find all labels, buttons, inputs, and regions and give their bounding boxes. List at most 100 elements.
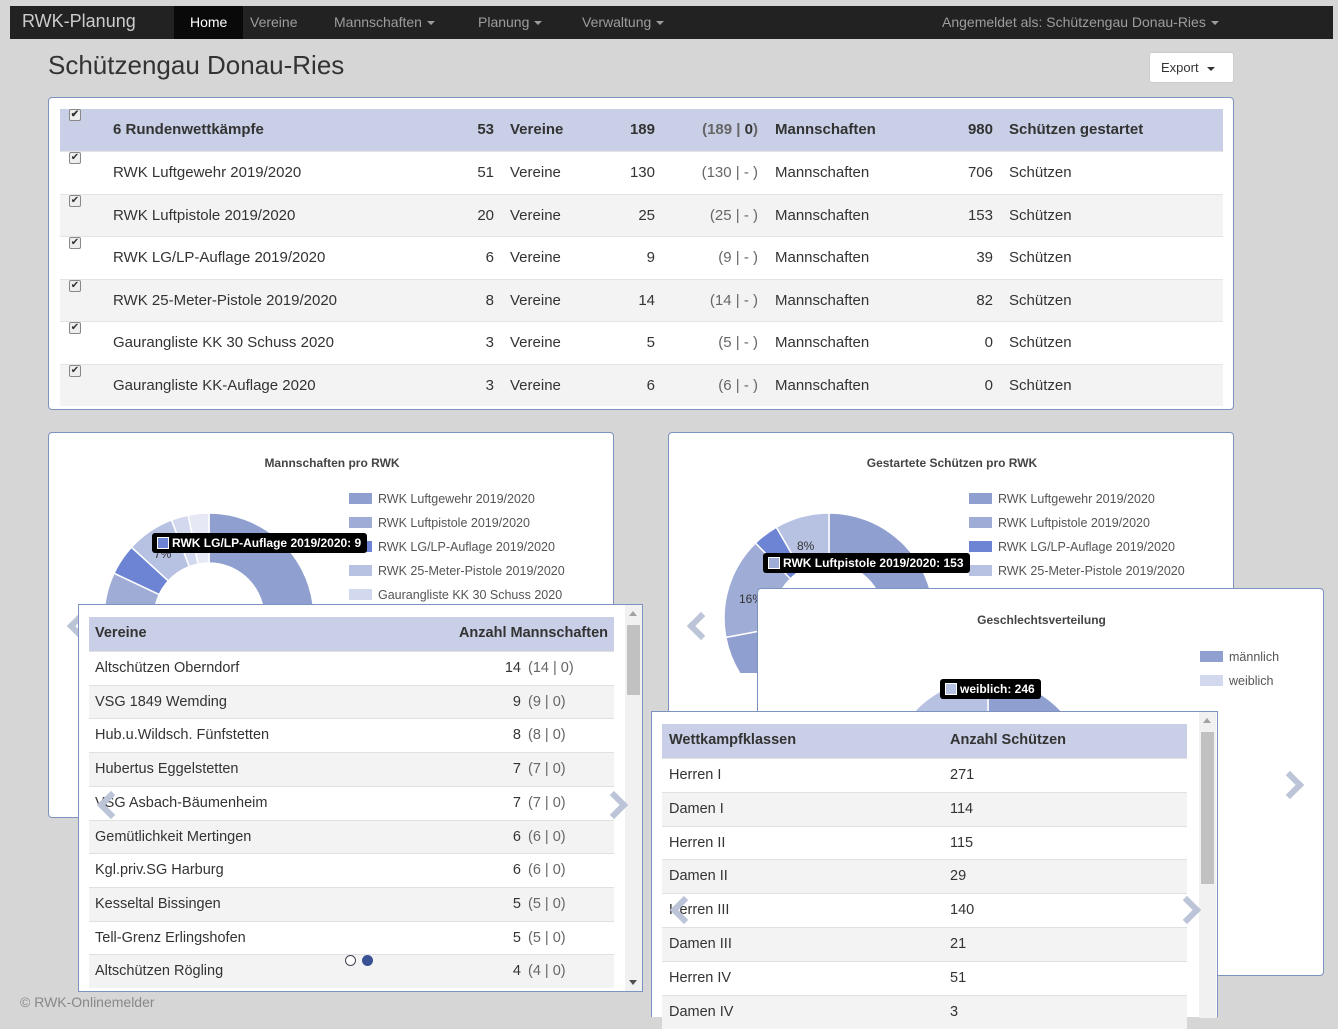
table-row[interactable]: Damen III 21 — [662, 927, 1187, 961]
carousel-next-icon[interactable] — [1275, 770, 1305, 800]
table-row[interactable]: Herren II 115 — [662, 825, 1187, 860]
scroll-down-icon[interactable] — [629, 980, 637, 985]
legend-item[interactable]: RWK Luftgewehr 2019/2020 — [349, 491, 565, 515]
mannschaften-detail: (9 | 0) — [528, 693, 566, 710]
verein-name: Altschützen Rögling — [95, 963, 224, 980]
export-button[interactable]: Export — [1149, 52, 1234, 83]
legend-swatch — [349, 565, 372, 576]
scroll-up-icon[interactable] — [1203, 718, 1211, 723]
legend-item[interactable]: RWK 25-Meter-Pistole 2019/2020 — [969, 563, 1185, 587]
table-row[interactable]: Altschützen Oberndorf 14 (14 | 0) — [89, 651, 614, 685]
verein-name: Tell-Grenz Erlingshofen — [95, 929, 246, 946]
mannschaften-label: Mannschaften — [775, 249, 870, 266]
klasse-name: Herren I — [669, 767, 722, 783]
schuetzen-label: Schützen — [1009, 291, 1072, 309]
checkbox-all[interactable]: ✔ — [69, 109, 81, 121]
user-menu[interactable]: Angemeldet als: Schützengau Donau-Ries — [926, 6, 1235, 39]
table-row[interactable]: Herren III 140 — [662, 893, 1187, 927]
mannschaften-label: Mannschaften — [775, 376, 870, 394]
mannschaften-detail: (4 | 0) — [528, 963, 566, 980]
legend-item[interactable]: RWK LG/LP-Auflage 2019/2020 — [969, 539, 1185, 563]
legend-label: RWK LG/LP-Auflage 2019/2020 — [998, 540, 1175, 554]
rwk-name: Gaurangliste KK-Auflage 2020 — [113, 376, 316, 394]
table-row[interactable]: Herren I 271 — [662, 758, 1187, 792]
legend-swatch — [349, 589, 372, 600]
legend-swatch — [969, 493, 992, 504]
nav-mannschaften[interactable]: Mannschaften — [318, 6, 451, 39]
verein-name: Hub.u.Wildsch. Fünfstetten — [95, 727, 270, 744]
scroll-up-icon[interactable] — [629, 611, 637, 616]
carousel-dot-active[interactable] — [362, 955, 373, 966]
scrollbar[interactable] — [1199, 712, 1216, 1018]
schuetzen-label: Schützen — [1009, 164, 1072, 181]
table-header: Wettkampfklassen Anzahl Schützen — [662, 724, 1187, 758]
mannschaften-count: 8 — [512, 727, 521, 744]
vereine-count: 51 — [477, 164, 494, 181]
table-row[interactable]: Herren IV 51 — [662, 960, 1187, 995]
nav-vereine[interactable]: Vereine — [234, 6, 313, 39]
mannschaften-detail: (6 | 0) — [528, 828, 566, 845]
summary-mannschaften-label: Mannschaften — [775, 121, 876, 138]
table-row[interactable]: VSG Asbach-Bäumenheim 7 (7 | 0) — [89, 785, 614, 820]
table-row[interactable]: Tell-Grenz Erlingshofen 5 (5 | 0) — [89, 920, 614, 955]
mannschaften-detail: (8 | 0) — [528, 727, 566, 744]
verein-name: VSG 1849 Wemding — [95, 693, 227, 710]
mannschaften-count: 130 — [629, 164, 655, 181]
legend-item[interactable]: männlich — [1200, 649, 1279, 673]
legend-item[interactable]: RWK Luftpistole 2019/2020 — [349, 515, 565, 539]
mannschaften-count: 7 — [512, 761, 521, 778]
legend-item[interactable]: RWK Luftgewehr 2019/2020 — [969, 491, 1185, 515]
schuetzen-count: 153 — [967, 206, 993, 224]
legend-label: RWK Luftpistole 2019/2020 — [998, 516, 1150, 530]
checkbox[interactable]: ✔ — [69, 194, 81, 207]
col-anzahl-mannschaften[interactable]: Anzahl Mannschaften — [459, 617, 608, 650]
table-row[interactable]: Kesseltal Bissingen 5 (5 | 0) — [89, 886, 614, 921]
col-anzahl-schuetzen[interactable]: Anzahl Schützen — [950, 724, 1066, 757]
rwk-name: RWK Luftpistole 2019/2020 — [113, 206, 296, 224]
scrollbar[interactable] — [625, 605, 642, 991]
verein-name: Gemütlichkeit Mertingen — [95, 828, 252, 845]
carousel-dot[interactable] — [345, 955, 356, 966]
checkbox[interactable]: ✔ — [69, 237, 81, 249]
summary-total-schuetzen: 980 — [967, 121, 993, 138]
table-row[interactable]: Hub.u.Wildsch. Fünfstetten 8 (8 | 0) — [89, 718, 614, 752]
table-row[interactable]: Gemütlichkeit Mertingen 6 (6 | 0) — [89, 819, 614, 854]
legend-item[interactable]: RWK Luftpistole 2019/2020 — [969, 515, 1185, 539]
brand-logo[interactable]: RWK-Planung — [22, 11, 136, 32]
col-vereine[interactable]: Vereine — [95, 617, 147, 650]
table-row[interactable]: Damen I 114 — [662, 791, 1187, 826]
table-row[interactable]: Damen IV 3 — [662, 994, 1187, 1029]
legend-item[interactable]: weiblich — [1200, 673, 1279, 697]
table-row[interactable]: Damen II 29 — [662, 859, 1187, 894]
tooltip-swatch — [157, 537, 169, 549]
schuetzen-label: Schützen — [1009, 376, 1072, 394]
table-row[interactable]: Hubertus Eggelstetten 7 (7 | 0) — [89, 752, 614, 787]
mannschaften-count: 9 — [646, 249, 655, 266]
legend-swatch — [969, 517, 992, 528]
mannschaften-detail: (7 | 0) — [528, 761, 566, 778]
table-row[interactable]: VSG 1849 Wemding 9 (9 | 0) — [89, 684, 614, 719]
schuetzen-count: 706 — [967, 164, 993, 181]
tooltip-text: RWK Luftpistole 2019/2020: 153 — [783, 556, 964, 570]
nav-mannschaften-label: Mannschaften — [334, 14, 422, 30]
mannschaften-detail: (9 | - ) — [718, 249, 758, 266]
nav-verwaltung[interactable]: Verwaltung — [566, 6, 680, 39]
mannschaften-count: 6 — [646, 376, 655, 394]
col-wettkampfklassen[interactable]: Wettkampfklassen — [669, 724, 796, 757]
legend-item[interactable]: RWK LG/LP-Auflage 2019/2020 — [349, 539, 565, 563]
checkbox[interactable]: ✔ — [69, 152, 81, 164]
vereine-label: Vereine — [510, 206, 561, 224]
klasse-name: Damen II — [669, 868, 728, 885]
mannschaften-detail: (7 | 0) — [528, 794, 566, 811]
checkbox[interactable]: ✔ — [69, 364, 81, 377]
checkbox[interactable]: ✔ — [69, 322, 81, 334]
nav-home[interactable]: Home — [174, 6, 244, 39]
schuetzen-count: 271 — [950, 767, 975, 783]
scroll-thumb[interactable] — [627, 625, 640, 695]
summary-row: ✔ RWK Luftgewehr 2019/2020 51 Vereine 130 (13… — [60, 151, 1223, 193]
scroll-thumb[interactable] — [1201, 732, 1214, 884]
legend-item[interactable]: RWK 25-Meter-Pistole 2019/2020 — [349, 563, 565, 587]
checkbox[interactable]: ✔ — [69, 279, 81, 292]
table-row[interactable]: Kgl.priv.SG Harburg 6 (6 | 0) — [89, 853, 614, 887]
nav-planung[interactable]: Planung — [462, 6, 558, 39]
